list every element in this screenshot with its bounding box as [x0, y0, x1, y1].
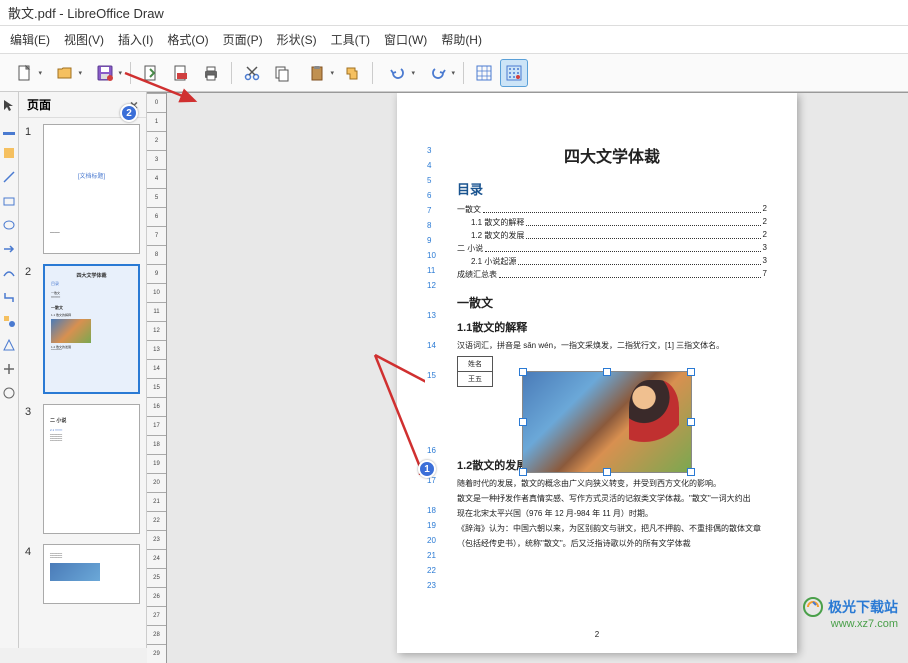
- curve-tool[interactable]: [0, 264, 18, 282]
- table-of-contents: 一散文21.1 散文的解释21.2 散文的发展2二 小说32.1 小说起源3成绩…: [457, 204, 767, 280]
- connector-tool[interactable]: [0, 288, 18, 306]
- small-table: 姓名 王五: [457, 356, 493, 387]
- watermark-logo-icon: [802, 596, 824, 618]
- separator: [463, 62, 464, 84]
- menu-shape[interactable]: 形状(S): [271, 28, 323, 51]
- thumb-number: 3: [25, 404, 39, 534]
- more-tool-3[interactable]: [0, 384, 18, 402]
- copy-button[interactable]: [268, 59, 296, 87]
- more-tool-2[interactable]: [0, 360, 18, 378]
- shapes-tool[interactable]: [0, 312, 18, 330]
- ruler-vertical: 0123456789101112131415161718192021222324…: [147, 93, 167, 663]
- pages-panel: 页面 × 1 [文档标题] ━━━━ 2 四大文学体裁 目录 一散文 ━━━━━…: [19, 92, 147, 648]
- annotation-badge-2: 2: [120, 104, 138, 122]
- thumb-content: [文档标题]: [50, 171, 133, 180]
- annotation-badge-1: 1: [418, 460, 436, 478]
- page-number: 2: [595, 630, 599, 639]
- separator: [372, 62, 373, 84]
- thumbnail-page-1[interactable]: [文档标题] ━━━━: [43, 124, 140, 254]
- save-button[interactable]: [86, 59, 124, 87]
- thumbnails-list: 1 [文档标题] ━━━━ 2 四大文学体裁 目录 一散文 ━━━━━ 一散文 …: [19, 118, 146, 648]
- toc-heading: 目录: [457, 179, 767, 198]
- subsection-heading: 1.1散文的解释: [457, 319, 767, 335]
- menu-insert[interactable]: 插入(I): [112, 28, 159, 51]
- line-numbers: 34567891011121314151617181920212223: [427, 143, 436, 593]
- open-button[interactable]: [46, 59, 84, 87]
- watermark: 极光下载站 www.xz7.com: [802, 596, 898, 630]
- menu-view[interactable]: 视图(V): [58, 28, 110, 51]
- table-cell: 王五: [458, 372, 493, 387]
- ellipse-tool[interactable]: [0, 216, 18, 234]
- table-cell: 姓名: [458, 357, 493, 372]
- selected-image[interactable]: [522, 371, 692, 473]
- line-tool[interactable]: [0, 168, 18, 186]
- resize-handle-br[interactable]: [687, 468, 695, 476]
- resize-handle-tl[interactable]: [519, 368, 527, 376]
- thumb-number: 2: [25, 264, 39, 394]
- menu-tools[interactable]: 工具(T): [325, 28, 376, 51]
- watermark-url: www.xz7.com: [802, 618, 898, 630]
- rect-tool[interactable]: [0, 192, 18, 210]
- window-title: 散文.pdf - LibreOffice Draw: [0, 0, 908, 26]
- menu-window[interactable]: 窗口(W): [378, 28, 433, 51]
- watermark-name: 极光下载站: [828, 597, 898, 617]
- paste-button[interactable]: [298, 59, 336, 87]
- export-pdf-button[interactable]: [167, 59, 195, 87]
- thumbnail-page-4[interactable]: ━━━━━━━━━━━━━━━━━━━━━━━━━━━━━━: [43, 544, 140, 604]
- undo-button[interactable]: [379, 59, 417, 87]
- resize-handle-tr[interactable]: [687, 368, 695, 376]
- menu-bar: 编辑(E) 视图(V) 插入(I) 格式(O) 页面(P) 形状(S) 工具(T…: [0, 26, 908, 54]
- arrow-tool[interactable]: [0, 240, 18, 258]
- line-color-tool[interactable]: [0, 120, 18, 138]
- more-tool-1[interactable]: [0, 336, 18, 354]
- canvas-area: 2101234567891011121314151617181920212223…: [147, 92, 908, 648]
- thumbnail-page-3[interactable]: 二 小说 2.1 ━━━━ ━━━━━━━━━━━━━━━━━━━━━━━━━━…: [43, 404, 140, 534]
- menu-help[interactable]: 帮助(H): [435, 28, 488, 51]
- resize-handle-ml[interactable]: [519, 418, 527, 426]
- thumb-number: 1: [25, 124, 39, 254]
- new-button[interactable]: [6, 59, 44, 87]
- main-toolbar: [0, 54, 908, 92]
- separator: [130, 62, 131, 84]
- left-toolbox: [0, 92, 19, 648]
- image-content: [523, 372, 691, 472]
- cut-button[interactable]: [238, 59, 266, 87]
- resize-handle-bm[interactable]: [603, 468, 611, 476]
- canvas[interactable]: ◄ 34567891011121314151617181920212223 四大…: [167, 93, 908, 663]
- resize-handle-bl[interactable]: [519, 468, 527, 476]
- grid-button[interactable]: [470, 59, 498, 87]
- export-button[interactable]: [137, 59, 165, 87]
- menu-page[interactable]: 页面(P): [217, 28, 269, 51]
- resize-handle-tm[interactable]: [603, 368, 611, 376]
- redo-button[interactable]: [419, 59, 457, 87]
- pointer-tool[interactable]: [0, 96, 18, 114]
- separator: [231, 62, 232, 84]
- paragraph-block: 随着时代的发展，散文的概念由广义向狭义转变，并受到西方文化的影响。散文是一种抒发…: [457, 477, 767, 550]
- snap-grid-button[interactable]: [500, 59, 528, 87]
- print-button[interactable]: [197, 59, 225, 87]
- clone-format-button[interactable]: [338, 59, 366, 87]
- panel-title: 页面: [27, 96, 51, 113]
- fill-color-tool[interactable]: [0, 144, 18, 162]
- doc-title: 四大文学体裁: [457, 143, 767, 167]
- menu-format[interactable]: 格式(O): [161, 28, 214, 51]
- thumbnail-page-2[interactable]: 四大文学体裁 目录 一散文 ━━━━━ 一散文 1.1 散文的解释 1.2 散文…: [43, 264, 140, 394]
- thumb-content: 二 小说: [50, 417, 133, 424]
- thumb-number: 4: [25, 544, 39, 604]
- section-heading: 一散文: [457, 294, 767, 311]
- paragraph: 汉语词汇，拼音是 sǎn wén，一指文采焕发，二指犹行文，[1] 三指文体名。: [457, 339, 767, 352]
- resize-handle-mr[interactable]: [687, 418, 695, 426]
- menu-edit[interactable]: 编辑(E): [4, 28, 56, 51]
